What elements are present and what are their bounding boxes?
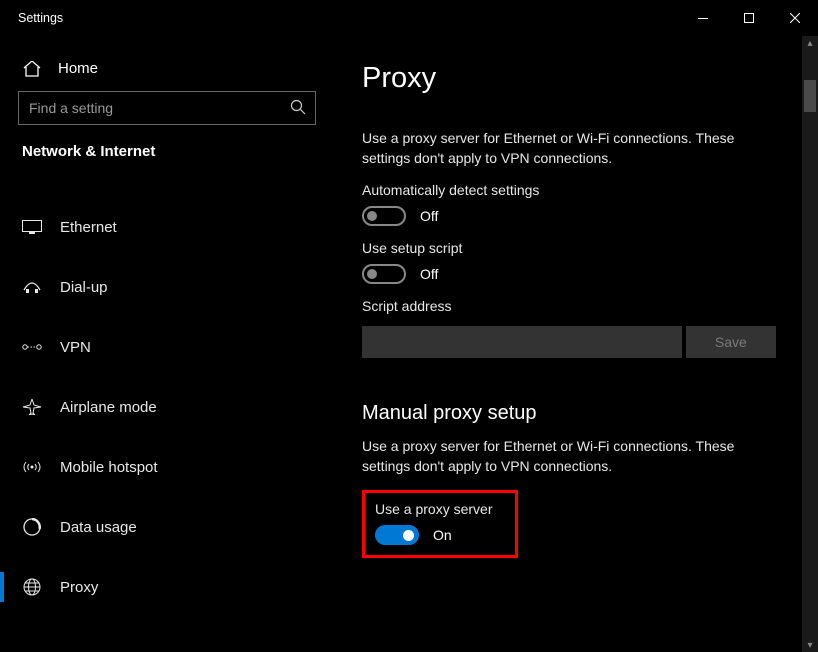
home-nav[interactable]: Home — [0, 52, 334, 91]
ethernet-icon — [22, 218, 42, 236]
scroll-thumb[interactable] — [804, 80, 816, 112]
scroll-down-arrow[interactable]: ▾ — [804, 638, 816, 652]
minimize-button[interactable] — [680, 2, 726, 34]
home-icon — [22, 61, 42, 77]
save-button[interactable]: Save — [686, 326, 776, 358]
maximize-button[interactable] — [726, 2, 772, 34]
section-label: Network & Internet — [0, 143, 334, 172]
nav-label: Proxy — [60, 579, 98, 596]
vpn-icon — [22, 338, 42, 356]
airplane-icon — [22, 398, 42, 416]
proxy-description: Use a proxy server for Ethernet or Wi-Fi… — [362, 129, 782, 168]
setup-script-label: Use setup script — [362, 240, 790, 256]
dialup-icon — [22, 278, 42, 296]
nav-label: Mobile hotspot — [60, 459, 158, 476]
nav-label: Data usage — [60, 519, 137, 536]
hotspot-icon — [22, 458, 42, 476]
search-input[interactable] — [18, 91, 316, 125]
auto-detect-label: Automatically detect settings — [362, 182, 790, 198]
proxy-icon — [22, 578, 42, 596]
sidebar: Home Network & Internet Ethernet Dial-up — [0, 36, 334, 652]
manual-setup-title: Manual proxy setup — [362, 402, 790, 425]
highlight-box: Use a proxy server On — [362, 490, 518, 558]
script-address-label: Script address — [362, 298, 790, 314]
data-usage-icon — [22, 518, 42, 536]
nav-label: VPN — [60, 339, 91, 356]
sidebar-item-proxy[interactable]: Proxy — [0, 566, 334, 608]
scroll-up-arrow[interactable]: ▴ — [804, 36, 816, 50]
sidebar-item-hotspot[interactable]: Mobile hotspot — [0, 446, 334, 488]
sidebar-item-datausage[interactable]: Data usage — [0, 506, 334, 548]
nav-label: Dial-up — [60, 279, 108, 296]
search-wrap — [0, 91, 334, 143]
setup-script-state: Off — [420, 266, 438, 282]
scrollbar[interactable]: ▴ ▾ — [802, 36, 818, 652]
app-title: Settings — [18, 11, 63, 25]
nav-label: Ethernet — [60, 219, 117, 236]
sidebar-item-airplane[interactable]: Airplane mode — [0, 386, 334, 428]
close-button[interactable] — [772, 2, 818, 34]
sidebar-item-vpn[interactable]: VPN — [0, 326, 334, 368]
main-content: Proxy Use a proxy server for Ethernet or… — [334, 36, 818, 652]
manual-description: Use a proxy server for Ethernet or Wi-Fi… — [362, 437, 782, 476]
nav-label: Airplane mode — [60, 399, 157, 416]
window-controls — [680, 2, 818, 34]
page-title: Proxy — [362, 62, 790, 95]
use-proxy-toggle[interactable] — [375, 525, 419, 545]
sidebar-item-dialup[interactable]: Dial-up — [0, 266, 334, 308]
home-label: Home — [58, 60, 98, 77]
use-proxy-label: Use a proxy server — [375, 501, 505, 517]
titlebar: Settings — [0, 0, 818, 36]
auto-detect-toggle[interactable] — [362, 206, 406, 226]
script-address-input[interactable] — [362, 326, 682, 358]
sidebar-item-ethernet[interactable]: Ethernet — [0, 206, 334, 248]
setup-script-toggle[interactable] — [362, 264, 406, 284]
auto-detect-state: Off — [420, 208, 438, 224]
search-icon — [290, 99, 306, 115]
use-proxy-state: On — [433, 527, 452, 543]
nav-list: Ethernet Dial-up VPN Airplane mode — [0, 206, 334, 608]
